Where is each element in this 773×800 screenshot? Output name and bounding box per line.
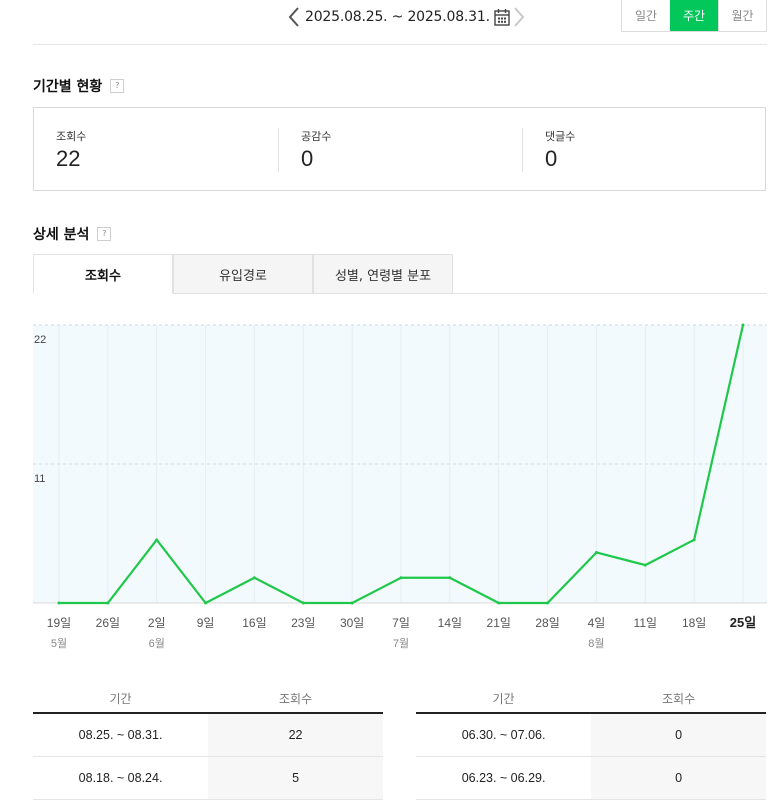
month-label: 8월	[588, 637, 604, 650]
chevron-right-icon	[514, 7, 525, 27]
y-tick-label: 22	[34, 334, 46, 346]
help-icon[interactable]: ?	[97, 227, 112, 241]
column-header: 기간	[416, 684, 592, 714]
summary-title: 기간별 현황	[33, 79, 103, 95]
views-cell: 5	[208, 756, 383, 800]
data-point	[350, 601, 354, 605]
x-tick-label: 28일	[535, 616, 559, 630]
data-point	[301, 601, 305, 605]
table-header-row: 기간 조회수	[416, 684, 766, 714]
tab-weekly[interactable]: 주간	[670, 0, 718, 31]
period-table-right: 기간 조회수 06.30. ~ 07.06. 0 06.23. ~ 06.29.…	[416, 684, 766, 800]
data-point	[692, 538, 696, 542]
data-point	[643, 563, 647, 567]
column-header: 기간	[33, 684, 209, 714]
stat-separator	[278, 128, 279, 172]
period-cell: 08.18. ~ 08.24.	[33, 756, 209, 800]
stat-separator	[522, 128, 523, 172]
date-range-label: 2025.08.25. ~ 2025.08.31.	[305, 9, 490, 25]
stat-value: 0	[301, 146, 314, 171]
date-navigator: 2025.08.25. ~ 2025.08.31.	[285, 4, 528, 30]
x-tick-label: 9일	[197, 616, 215, 630]
data-point	[106, 601, 110, 605]
detail-section-title: 상세 분석 ?	[33, 224, 112, 244]
x-tick-label: 25일	[730, 615, 756, 630]
table-row: 08.25. ~ 08.31. 22	[33, 713, 383, 757]
x-tick-label: 2일	[148, 616, 166, 630]
x-tick-label: 30일	[340, 616, 364, 630]
help-icon[interactable]: ?	[110, 79, 125, 93]
views-cell: 0	[591, 756, 766, 800]
period-cell: 06.30. ~ 07.06.	[416, 713, 592, 757]
month-label: 7월	[393, 637, 409, 650]
stat-views: 조회수 22	[56, 128, 86, 172]
stat-label: 댓글수	[545, 130, 576, 143]
detail-title: 상세 분석	[33, 227, 90, 243]
next-period-button[interactable]	[510, 4, 528, 30]
calendar-icon[interactable]	[494, 8, 510, 26]
column-header: 조회수	[591, 684, 766, 714]
data-point	[594, 550, 598, 554]
data-point	[448, 576, 452, 580]
table-header-row: 기간 조회수	[33, 684, 383, 714]
stat-label: 공감수	[301, 130, 332, 143]
table-row: 08.18. ~ 08.24. 5	[33, 756, 383, 800]
data-point	[155, 538, 159, 542]
data-point	[57, 601, 61, 605]
tab-views[interactable]: 조회수	[33, 254, 173, 294]
tab-monthly[interactable]: 월간	[718, 0, 766, 31]
stat-comments: 댓글수 0	[545, 128, 575, 172]
stat-label: 조회수	[56, 130, 87, 143]
summary-section-title: 기간별 현황 ?	[33, 76, 125, 96]
stat-value: 22	[56, 146, 81, 171]
detail-tabs: 조회수 유입경로 성별, 연령별 분포	[33, 254, 767, 294]
table-row: 06.23. ~ 06.29. 0	[416, 756, 766, 800]
divider	[33, 44, 767, 45]
data-point	[204, 601, 208, 605]
x-tick-label: 19일	[47, 616, 71, 630]
stat-value: 0	[545, 146, 558, 171]
data-point	[546, 601, 550, 605]
x-tick-label: 18일	[682, 616, 706, 630]
y-tick-label: 11	[34, 473, 45, 485]
month-label: 5월	[51, 637, 67, 650]
period-table-left: 기간 조회수 08.25. ~ 08.31. 22 08.18. ~ 08.24…	[33, 684, 383, 800]
x-tick-label: 7일	[392, 616, 410, 630]
data-point	[497, 601, 501, 605]
x-tick-label: 23일	[291, 616, 315, 630]
data-point	[252, 576, 256, 580]
chart-svg: 11 22 19일 26일 2일 9일 16일 23일 30일 7일 14일 21일 28일 4일 11일 1…	[33, 323, 767, 650]
tab-daily[interactable]: 일간	[622, 0, 670, 31]
data-point	[399, 576, 403, 580]
stat-likes: 공감수 0	[301, 128, 331, 172]
table-row: 06.30. ~ 07.06. 0	[416, 713, 766, 757]
views-chart: 11 22 19일 26일 2일 9일 16일 23일 30일 7일 14일 21일 28일 4일 11일 1…	[33, 315, 773, 655]
prev-period-button[interactable]	[285, 4, 303, 30]
x-tick-label: 21일	[487, 616, 511, 630]
month-label: 6월	[149, 637, 165, 650]
period-cell: 06.23. ~ 06.29.	[416, 756, 592, 800]
views-cell: 22	[208, 713, 383, 757]
column-header: 조회수	[208, 684, 383, 714]
tab-referrers[interactable]: 유입경로	[173, 254, 313, 294]
views-cell: 0	[591, 713, 766, 757]
period-cell: 08.25. ~ 08.31.	[33, 713, 209, 757]
x-tick-label: 11일	[634, 616, 658, 630]
x-tick-label: 16일	[242, 616, 266, 630]
period-tabs: 일간 주간 월간	[621, 0, 767, 32]
x-tick-label: 14일	[438, 616, 462, 630]
summary-stats-box: 조회수 22 공감수 0 댓글수 0	[33, 107, 766, 191]
x-tick-label: 4일	[588, 616, 606, 630]
chevron-left-icon	[288, 7, 299, 27]
x-tick-label: 26일	[96, 616, 120, 630]
data-point	[741, 323, 745, 327]
tab-demographics[interactable]: 성별, 연령별 분포	[313, 254, 453, 294]
